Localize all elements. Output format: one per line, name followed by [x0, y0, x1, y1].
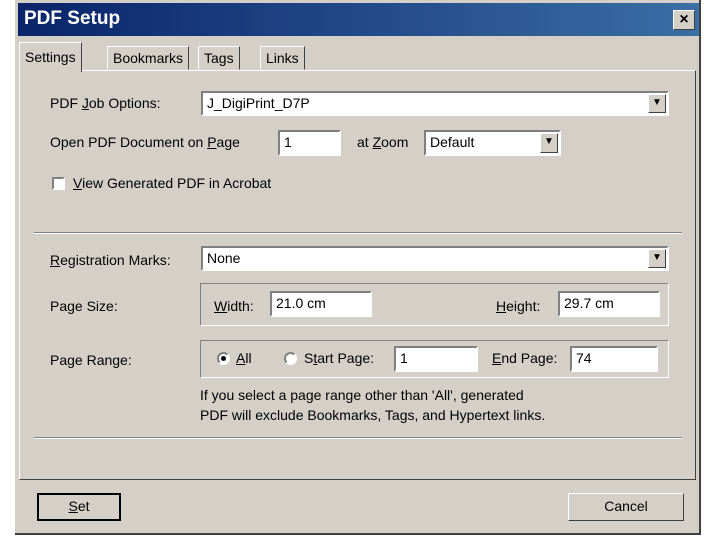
registration-marks-select[interactable]: None ▼: [201, 246, 669, 271]
open-page-field[interactable]: 1: [278, 130, 341, 156]
all-radio-label[interactable]: All: [236, 350, 252, 366]
page-range-label: Page Range:: [50, 352, 132, 368]
divider: [34, 232, 682, 234]
page-size-label: Page Size:: [50, 298, 118, 314]
job-options-value: J_DigiPrint_D7P: [207, 95, 310, 111]
height-field[interactable]: 29.7 cm: [558, 291, 660, 317]
set-button[interactable]: Set: [37, 493, 121, 521]
radio-selected-dot: [221, 356, 226, 361]
start-page-label[interactable]: Start Page:: [304, 350, 374, 366]
tab-settings[interactable]: Settings: [19, 42, 82, 72]
job-options-select[interactable]: J_DigiPrint_D7P ▼: [201, 91, 669, 116]
registration-marks-value: None: [207, 250, 241, 266]
height-label: Height:: [496, 298, 541, 314]
title-bar[interactable]: PDF Setup ×: [18, 3, 699, 36]
view-in-acrobat-checkbox[interactable]: [52, 177, 65, 190]
dialog-title: PDF Setup: [24, 8, 121, 29]
view-in-acrobat-label[interactable]: View Generated PDF in Acrobat: [73, 175, 271, 191]
zoom-value: Default: [430, 134, 475, 150]
tab-tags[interactable]: Tags: [198, 46, 240, 70]
end-page-label: End Page:: [492, 350, 558, 366]
width-label: Width:: [214, 298, 254, 314]
chevron-down-icon[interactable]: ▼: [648, 249, 666, 268]
close-icon[interactable]: ×: [673, 10, 695, 30]
width-field[interactable]: 21.0 cm: [270, 291, 372, 317]
registration-marks-label: Registration Marks:: [50, 252, 171, 268]
start-page-field[interactable]: 1: [394, 346, 478, 372]
page-range-note-line2: PDF will exclude Bookmarks, Tags, and Hy…: [200, 407, 546, 423]
divider: [34, 437, 682, 439]
zoom-select[interactable]: Default ▼: [424, 130, 561, 156]
end-page-field[interactable]: 74: [570, 346, 658, 372]
cancel-button[interactable]: Cancel: [568, 493, 684, 521]
tab-bookmarks[interactable]: Bookmarks: [107, 46, 190, 70]
zoom-label: at Zoom: [357, 134, 409, 150]
job-options-label: PDF Job Options:: [50, 95, 161, 111]
open-page-label: Open PDF Document on Page: [50, 134, 240, 150]
all-radio[interactable]: [217, 352, 230, 365]
chevron-down-icon[interactable]: ▼: [540, 133, 558, 153]
pdf-setup-dialog: PDF Setup × Settings Bookmarks Tags Link…: [15, 0, 701, 535]
page-range-note-line1: If you select a page range other than 'A…: [200, 387, 524, 403]
tab-links[interactable]: Links: [260, 46, 305, 70]
chevron-down-icon[interactable]: ▼: [648, 94, 666, 113]
start-page-radio[interactable]: [284, 352, 297, 365]
